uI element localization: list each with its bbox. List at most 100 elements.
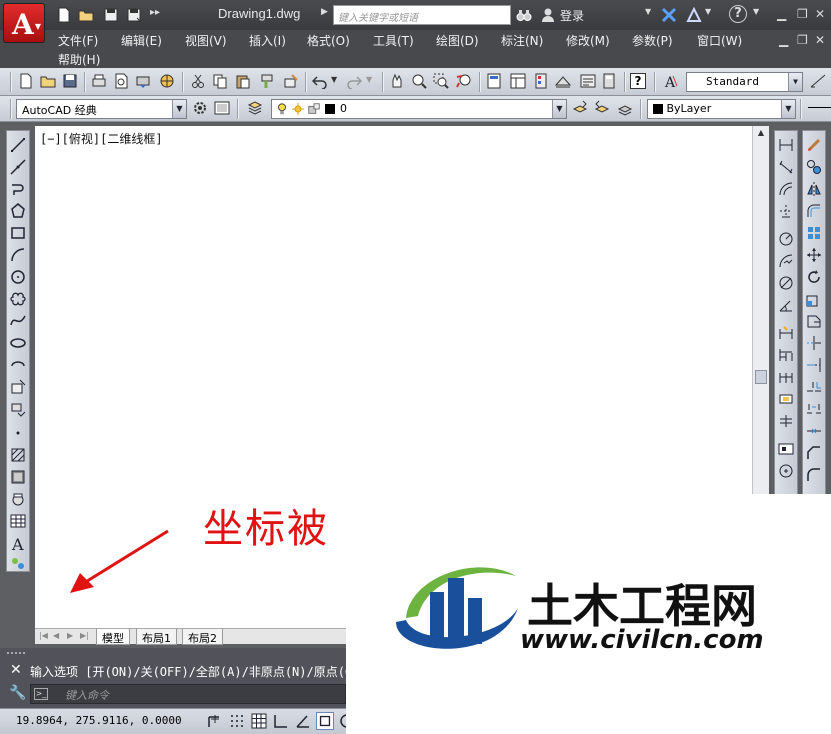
restore-icon[interactable]: ❐ — [797, 7, 808, 21]
scroll-up-icon[interactable]: ▲ — [755, 128, 767, 140]
menu-modify[interactable]: 修改(M) — [566, 32, 610, 49]
spline-icon[interactable] — [10, 313, 26, 329]
menu-draw[interactable]: 绘图(D) — [436, 32, 479, 49]
help-toolbar-icon[interactable]: ? — [630, 73, 646, 89]
menu-insert[interactable]: 插入(I) — [249, 32, 286, 49]
ellipse-icon[interactable] — [10, 335, 26, 351]
grid-display-icon[interactable] — [250, 712, 268, 730]
ortho-mode-icon[interactable] — [272, 712, 290, 730]
tab-model[interactable]: 模型 — [96, 629, 130, 645]
application-menu-button[interactable]: A ▼ — [3, 3, 45, 43]
help-icon[interactable]: ? — [729, 5, 747, 23]
copy-object-icon[interactable] — [806, 159, 822, 175]
menu-help[interactable]: 帮助(H) — [58, 51, 100, 68]
design-center-icon[interactable] — [510, 73, 526, 89]
make-current-layer-icon[interactable] — [572, 100, 588, 116]
insert-block-icon[interactable] — [10, 379, 26, 395]
gradient-icon[interactable] — [10, 469, 26, 485]
sheet-set-icon[interactable] — [555, 73, 571, 89]
viewport-controls-label[interactable]: [−][俯视][二维线框] — [40, 130, 163, 147]
command-input[interactable]: 键入命令 — [30, 684, 346, 704]
tab-layout1[interactable]: 布局1 — [136, 629, 177, 645]
redo-icon[interactable] — [346, 73, 362, 89]
continue-dimension-icon[interactable] — [778, 369, 794, 385]
menu-edit[interactable]: 编辑(E) — [121, 32, 162, 49]
help-dropdown-icon[interactable]: ▼ — [753, 7, 759, 16]
rectangle-icon[interactable] — [10, 225, 26, 241]
doc-close-icon[interactable]: ✕ — [815, 33, 825, 47]
zoom-realtime-icon[interactable] — [411, 73, 427, 89]
multiline-text-icon[interactable]: A — [10, 535, 26, 551]
save-as-icon[interactable] — [126, 7, 142, 23]
diameter-dimension-icon[interactable] — [778, 275, 794, 291]
doc-restore-icon[interactable]: ❐ — [797, 33, 808, 47]
menu-dimension[interactable]: 标注(N) — [501, 32, 543, 49]
extend-icon[interactable] — [806, 357, 822, 373]
command-grip[interactable] — [7, 652, 25, 658]
plot-preview-icon[interactable] — [113, 73, 129, 89]
user-icon[interactable] — [540, 7, 556, 23]
exchange-icon[interactable] — [661, 7, 677, 23]
table-icon[interactable] — [10, 513, 26, 529]
menu-view[interactable]: 视图(V) — [185, 32, 227, 49]
revision-cloud-icon[interactable] — [10, 291, 26, 307]
text-style-icon[interactable]: A — [663, 73, 679, 89]
plot-icon[interactable] — [91, 73, 107, 89]
layer-state-icon[interactable] — [617, 100, 633, 116]
layer-select[interactable]: 0 ▼ — [271, 99, 567, 119]
first-tab-icon[interactable]: |◀ — [39, 631, 49, 642]
line-icon[interactable] — [10, 137, 26, 153]
polar-tracking-icon[interactable] — [294, 712, 312, 730]
toolbar-grip[interactable] — [640, 99, 642, 119]
toolbar-grip[interactable] — [800, 99, 802, 119]
point-icon[interactable] — [10, 425, 26, 441]
open-file-icon[interactable] — [40, 73, 56, 89]
zoom-window-icon[interactable] — [433, 73, 449, 89]
markup-icon[interactable] — [580, 73, 596, 89]
add-selected-icon[interactable] — [10, 555, 26, 571]
break-icon[interactable] — [806, 401, 822, 417]
paste-icon[interactable] — [235, 73, 251, 89]
center-mark-icon[interactable] — [778, 463, 794, 479]
construction-line-icon[interactable] — [10, 159, 26, 175]
tab-layout2[interactable]: 布局2 — [182, 629, 223, 645]
cut-icon[interactable] — [190, 73, 206, 89]
break-at-point-icon[interactable] — [806, 379, 822, 395]
linetype-preview[interactable] — [808, 107, 831, 108]
menu-window[interactable]: 窗口(W) — [697, 32, 742, 49]
snap-mode-icon[interactable] — [228, 712, 246, 730]
erase-icon[interactable] — [806, 137, 822, 153]
color-select[interactable]: ByLayer ▼ — [647, 99, 796, 119]
offset-icon[interactable] — [806, 203, 822, 219]
rotate-icon[interactable] — [806, 269, 822, 285]
toolbar-grip[interactable] — [10, 99, 12, 119]
toolbar-grip[interactable] — [654, 72, 656, 92]
next-tab-icon[interactable]: ▶ — [67, 631, 77, 642]
previous-tab-icon[interactable]: ◀ — [53, 631, 63, 642]
command-close-icon[interactable]: ✕ — [10, 662, 22, 678]
redo-dropdown-icon[interactable]: ▼ — [366, 75, 382, 91]
trim-icon[interactable] — [806, 335, 822, 351]
minimize-icon[interactable]: ▁ — [777, 7, 786, 21]
arc-icon[interactable] — [10, 247, 26, 263]
properties-icon[interactable] — [486, 73, 502, 89]
save-icon[interactable] — [103, 7, 119, 23]
menu-file[interactable]: 文件(F) — [58, 32, 98, 49]
last-tab-icon[interactable]: ▶| — [80, 631, 90, 642]
tool-palettes-icon[interactable] — [533, 73, 549, 89]
title-arrow-icon[interactable]: ▶ — [321, 7, 328, 17]
scroll-thumb[interactable] — [755, 370, 767, 384]
infer-constraints-icon[interactable] — [206, 712, 224, 730]
angular-dimension-icon[interactable] — [778, 297, 794, 313]
layer-properties-icon[interactable] — [247, 100, 263, 116]
dimension-space-icon[interactable] — [778, 413, 794, 429]
new-icon[interactable] — [56, 7, 72, 23]
text-style-select[interactable]: Standard ▼ — [686, 72, 803, 92]
arc-length-icon[interactable] — [778, 181, 794, 197]
circle-icon[interactable] — [10, 269, 26, 285]
tolerance-icon[interactable] — [778, 391, 794, 407]
open-icon[interactable] — [78, 7, 94, 23]
polyline-icon[interactable] — [10, 181, 26, 197]
more-commands-icon[interactable]: ▸▸ — [150, 7, 160, 18]
binoculars-icon[interactable] — [516, 7, 532, 23]
